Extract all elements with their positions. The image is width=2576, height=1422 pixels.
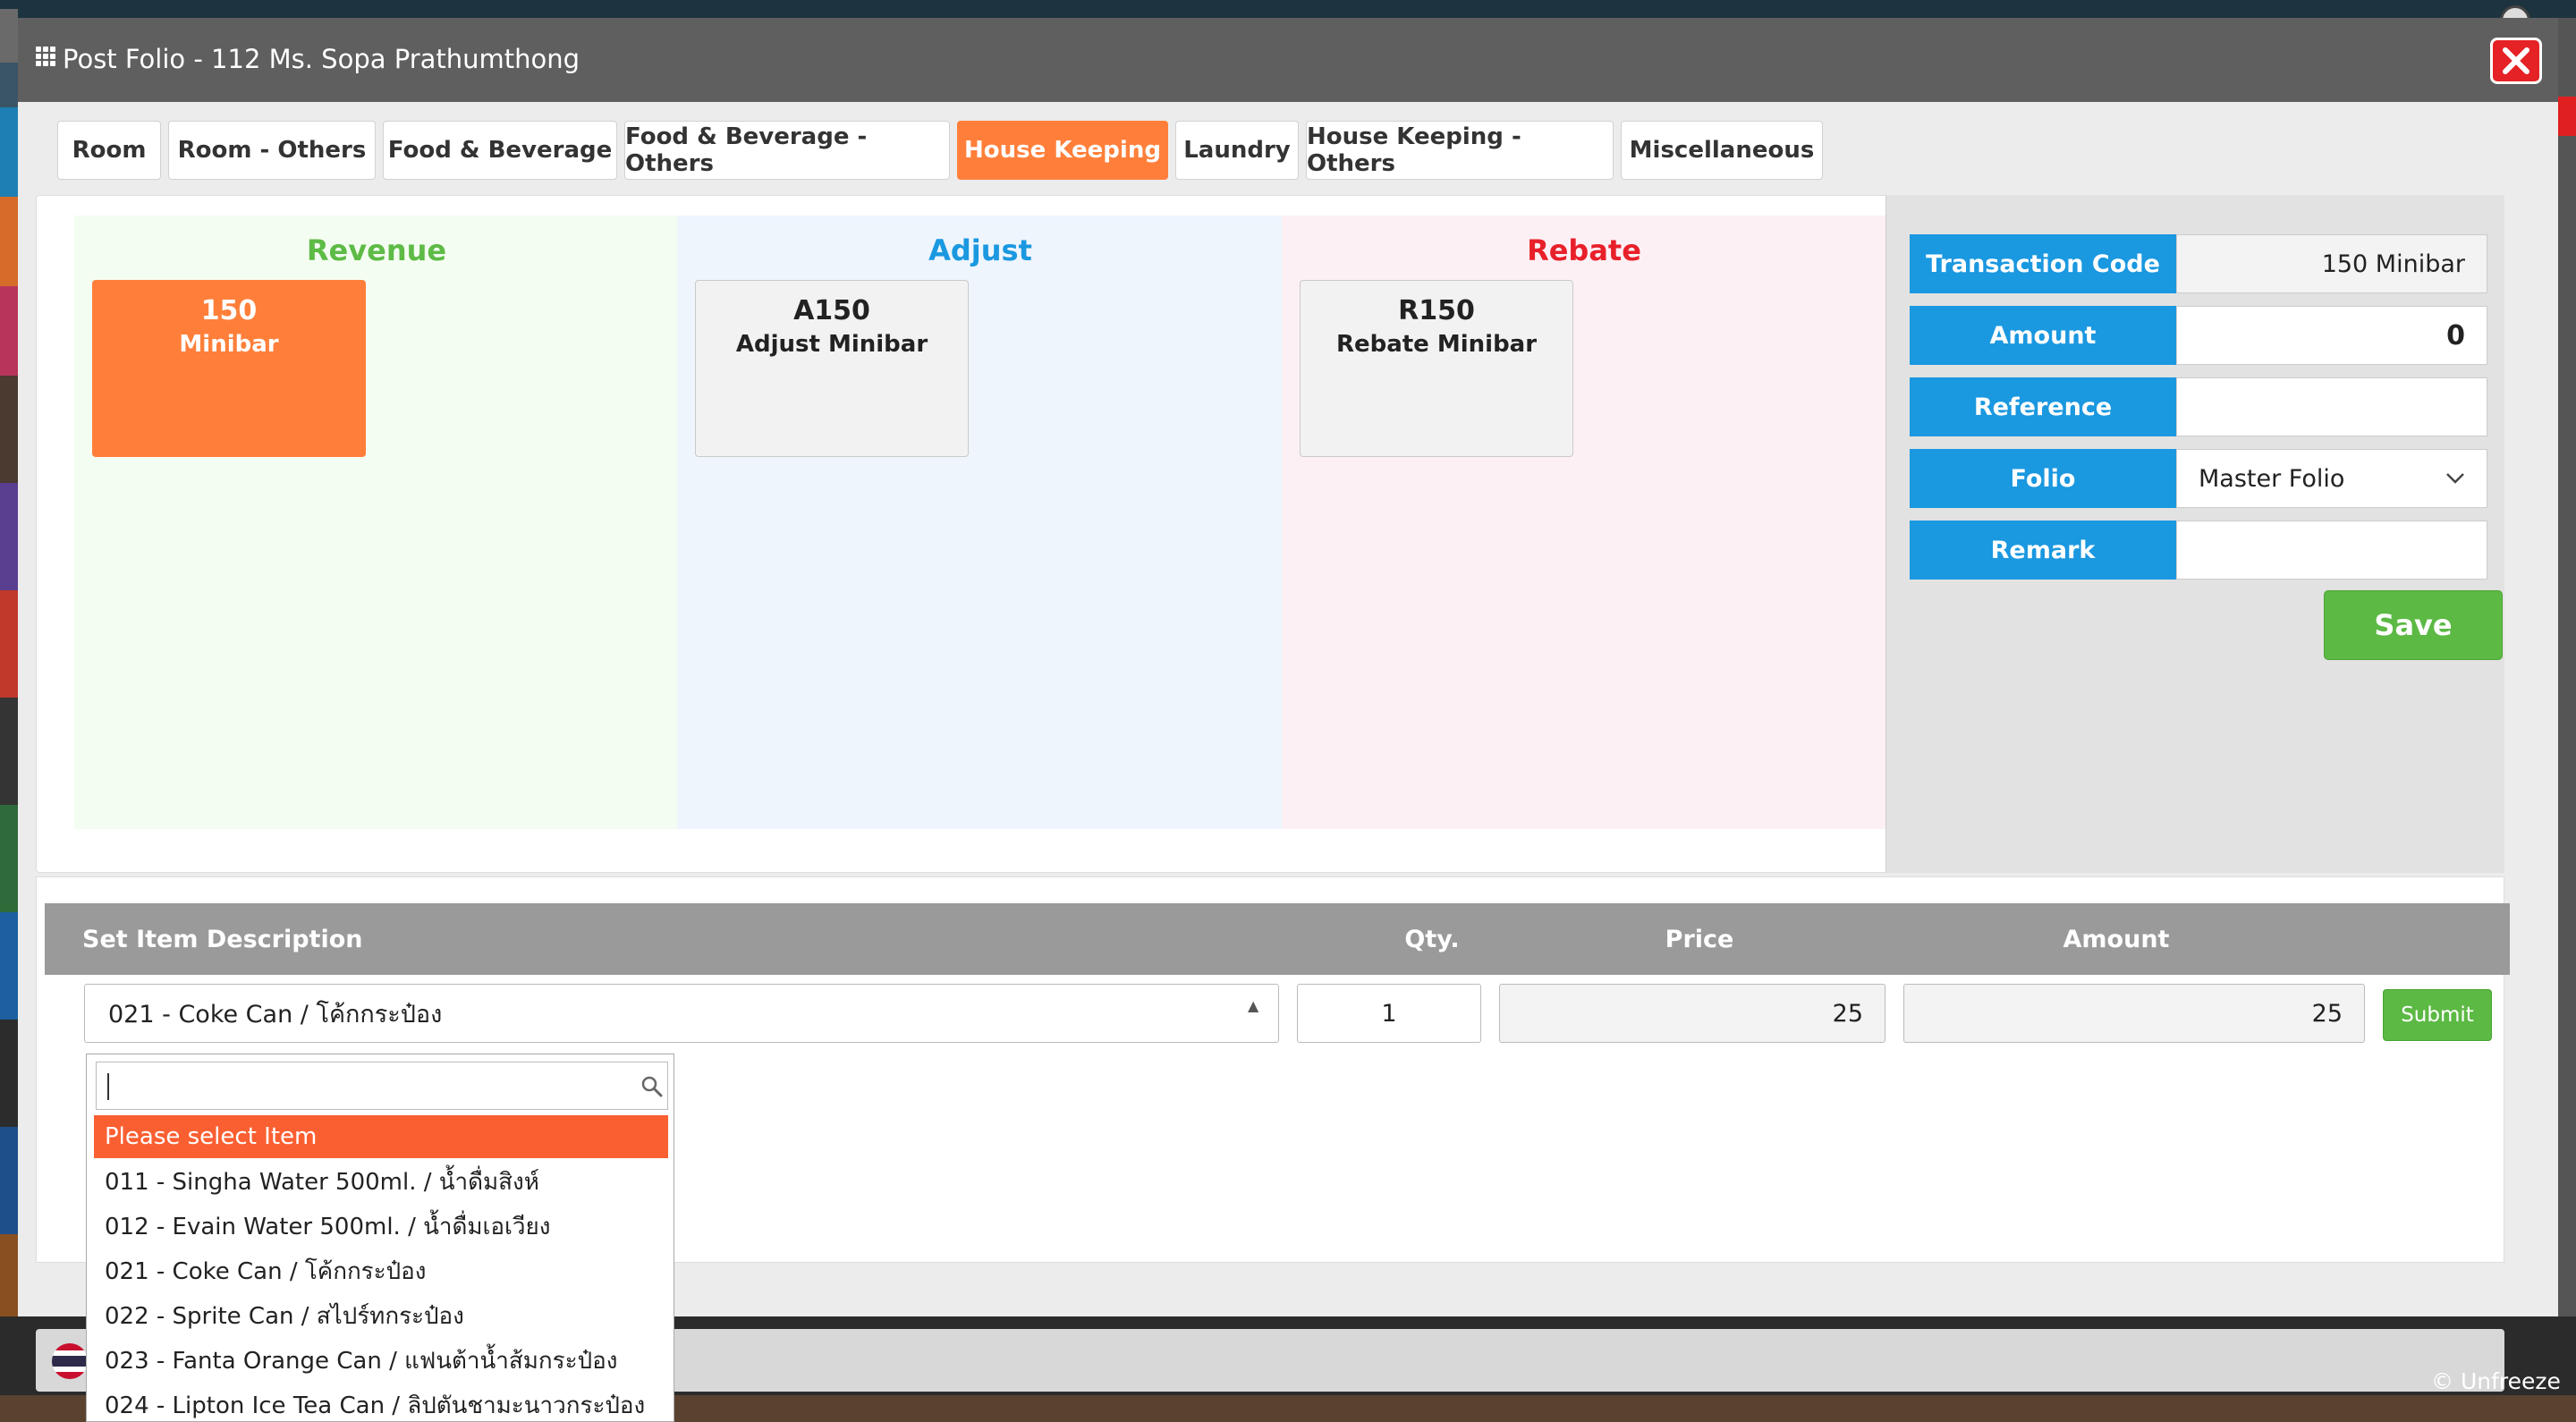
background-app-topbar [0, 0, 2576, 18]
remark-field[interactable] [2176, 521, 2487, 580]
dropdown-option[interactable]: 024 - Lipton Ice Tea Can / ลิปตันชามะนาว… [94, 1384, 668, 1421]
unfreeze-link[interactable]: © Unfreeze [2431, 1368, 2561, 1394]
rebate-column: Rebate R150 Rebate Minibar [1282, 216, 1886, 829]
transaction-code-row: Transaction Code 150 Minibar [1910, 234, 2487, 293]
card-code: 150 [200, 295, 258, 326]
dropdown-option[interactable]: 012 - Evain Water 500ml. / น้ำดื่มเอเวีย… [94, 1205, 668, 1248]
dropdown-option[interactable]: 022 - Sprite Can / สไปร์ทกระป๋อง [94, 1294, 668, 1337]
card-code: A150 [793, 295, 870, 326]
modal-title: Post Folio - 112 Ms. Sopa Prathumthong [63, 44, 580, 74]
header-price: Price [1665, 925, 1734, 953]
transaction-code-field: 150 Minibar [2176, 234, 2487, 293]
folio-row: Folio Master Folio [1910, 449, 2487, 508]
submit-button[interactable]: Submit [2383, 989, 2492, 1041]
dropdown-option[interactable]: 011 - Singha Water 500ml. / น้ำดื่มสิงห์ [94, 1160, 668, 1203]
revenue-column: Revenue 150 Minibar [74, 216, 679, 829]
rebate-title: Rebate [1527, 233, 1641, 267]
card-name: Rebate Minibar [1335, 331, 1538, 358]
folio-label: Folio [1910, 449, 2176, 508]
text-cursor [107, 1073, 109, 1100]
reference-label: Reference [1910, 377, 2176, 436]
amount-field[interactable]: 0 [2176, 306, 2487, 365]
grid-icon [36, 47, 57, 68]
tab-room-others[interactable]: Room - Others [168, 121, 376, 180]
set-item-selected: 021 - Coke Can / โค้กกระป๋อง [108, 1000, 443, 1028]
remark-label: Remark [1910, 521, 2176, 580]
adjust-title: Adjust [928, 233, 1032, 267]
tab-house-keeping-others[interactable]: House Keeping - Others [1306, 121, 1614, 180]
dropdown-option[interactable]: Please select Item [94, 1115, 668, 1158]
caret-up-icon: ▲ [1248, 997, 1259, 1014]
search-icon [641, 1076, 663, 1097]
adjust-column: Adjust A150 Adjust Minibar [677, 216, 1284, 829]
header-qty: Qty. [1404, 925, 1460, 953]
adjust-code-card[interactable]: A150 Adjust Minibar [695, 280, 969, 457]
reference-row: Reference [1910, 377, 2487, 436]
card-code: R150 [1398, 295, 1475, 326]
header-description: Set Item Description [82, 925, 363, 953]
row-amount-field: 25 [1903, 984, 2365, 1043]
qty-input[interactable]: 1 [1297, 984, 1481, 1043]
chevron-down-icon [2446, 473, 2464, 484]
background-app-sidebar [0, 18, 18, 1422]
background-red-tab [2556, 97, 2576, 136]
price-field: 25 [1499, 984, 1885, 1043]
close-icon [2503, 47, 2529, 74]
rebate-code-card[interactable]: R150 Rebate Minibar [1300, 280, 1573, 457]
card-name: Adjust Minibar [735, 331, 928, 358]
header-amount: Amount [2063, 925, 2170, 953]
tab-miscellaneous[interactable]: Miscellaneous [1621, 121, 1823, 180]
transaction-code-label: Transaction Code [1910, 234, 2176, 293]
background-menu-icon [0, 9, 18, 63]
tab-food-beverage-others[interactable]: Food & Beverage - Others [624, 121, 950, 180]
tab-laundry[interactable]: Laundry [1175, 121, 1299, 180]
card-name: Minibar [179, 331, 279, 358]
close-button[interactable] [2490, 38, 2542, 84]
folio-select[interactable]: Master Folio [2176, 449, 2487, 508]
posting-form: Transaction Code 150 Minibar Amount 0 Re… [1885, 195, 2504, 873]
dropdown-option[interactable]: 023 - Fanta Orange Can / แฟนต้าน้ำส้มกระ… [94, 1339, 668, 1382]
item-dropdown: Please select Item 011 - Singha Water 50… [86, 1054, 674, 1422]
reference-field[interactable] [2176, 377, 2487, 436]
modal-header: Post Folio - 112 Ms. Sopa Prathumthong [18, 18, 2558, 102]
amount-label: Amount [1910, 306, 2176, 365]
tab-food-beverage[interactable]: Food & Beverage [383, 121, 617, 180]
amount-row: Amount 0 [1910, 306, 2487, 365]
tab-room[interactable]: Room [57, 121, 161, 180]
revenue-code-card[interactable]: 150 Minibar [92, 280, 366, 457]
set-item-table-header: Set Item Description Qty. Price Amount [45, 903, 2510, 975]
thai-flag-icon[interactable] [52, 1343, 88, 1379]
revenue-title: Revenue [306, 233, 447, 267]
background-app-rightbar [2556, 18, 2576, 1422]
set-item-select[interactable]: 021 - Coke Can / โค้กกระป๋อง ▲ [84, 984, 1279, 1043]
dropdown-search-input[interactable] [96, 1062, 668, 1110]
tab-house-keeping[interactable]: House Keeping [957, 121, 1168, 180]
dropdown-option[interactable]: 021 - Coke Can / โค้กกระป๋อง [94, 1249, 668, 1292]
remark-row: Remark [1910, 521, 2487, 580]
folio-value: Master Folio [2199, 464, 2345, 493]
save-button[interactable]: Save [2324, 590, 2503, 660]
